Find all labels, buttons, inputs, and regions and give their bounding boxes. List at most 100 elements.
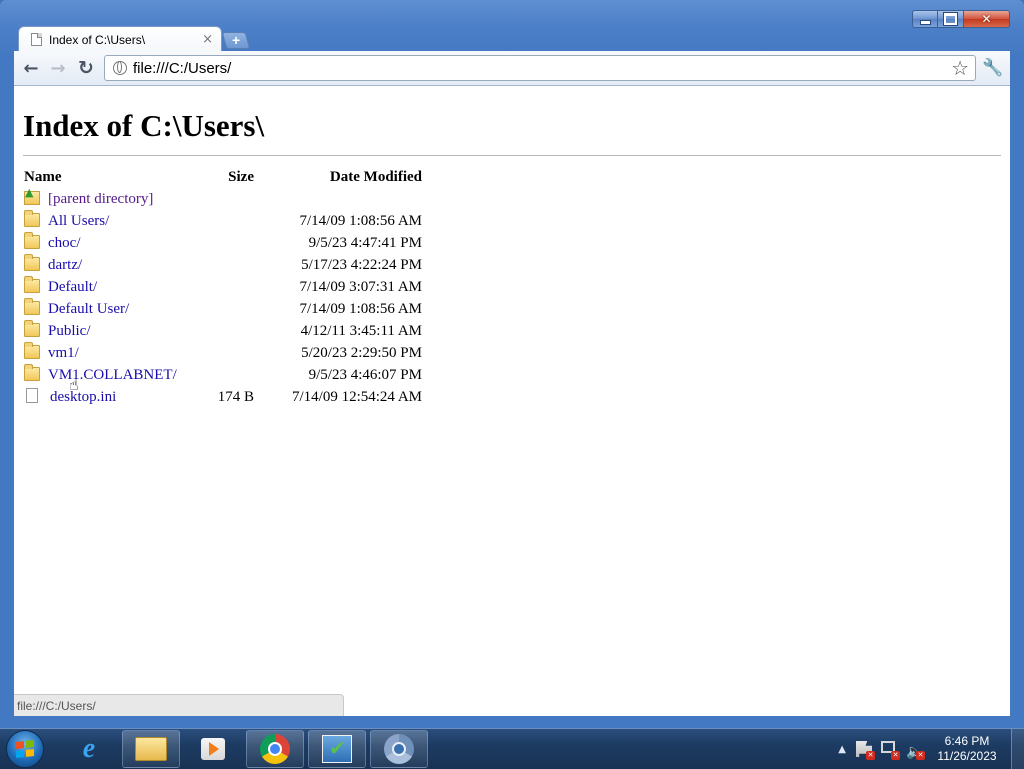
taskbar: e ▲ ✕ ✕ 🔈✕ 6:46 PM 11/26/2023 xyxy=(0,728,1024,769)
address-bar[interactable]: file:///C:/Users/ ☆ xyxy=(104,55,976,81)
column-header-date[interactable]: Date Modified xyxy=(256,166,424,188)
error-badge-icon: ✕ xyxy=(866,751,875,760)
entry-date: 5/20/23 2:29:50 PM xyxy=(301,344,422,361)
page-title: Index of C:\Users\ xyxy=(23,108,265,143)
back-button[interactable]: ← xyxy=(20,57,42,79)
folder-icon xyxy=(24,363,40,381)
minimize-icon xyxy=(919,19,931,25)
table-row: Public/ 4/12/11 3:45:11 AM xyxy=(22,319,424,342)
entry-link[interactable]: desktop.ini xyxy=(50,389,116,405)
parent-directory-link[interactable]: [parent directory] xyxy=(48,191,153,207)
table-row: desktop.ini 174 B 7/14/09 12:54:24 AM xyxy=(22,386,424,408)
entry-link[interactable]: Default/ xyxy=(48,279,97,295)
show-desktop-button[interactable] xyxy=(1011,729,1024,769)
browser-window: ✕ Index of C:\Users\ × + ← → ↻ file:///C… xyxy=(0,0,1024,728)
reload-icon: ↻ xyxy=(78,57,94,79)
toolbar: ← → ↻ file:///C:/Users/ ☆ 🔧 xyxy=(14,51,1010,86)
entry-size: 174 B xyxy=(217,388,254,405)
folder-icon xyxy=(24,231,40,249)
wrench-menu-button[interactable]: 🔧 xyxy=(982,57,1004,79)
taskbar-chrome[interactable] xyxy=(246,730,304,768)
page-content: Index of C:\Users\ Name Size Date Modifi… xyxy=(14,86,1010,716)
table-row: vm1/ 5/20/23 2:29:50 PM xyxy=(22,341,424,364)
forward-button[interactable]: → xyxy=(47,57,69,79)
start-button[interactable] xyxy=(6,730,44,768)
entry-link[interactable]: VM1.COLLABNET/ xyxy=(48,367,177,383)
column-header-size[interactable]: Size xyxy=(204,166,256,188)
network-icon[interactable]: ✕ xyxy=(881,741,900,760)
plus-icon: + xyxy=(231,32,241,48)
entry-link[interactable]: Public/ xyxy=(48,323,91,339)
table-row: Default User/ 7/14/09 1:08:56 AM xyxy=(22,297,424,320)
forward-arrow-icon: → xyxy=(50,57,66,79)
globe-icon xyxy=(113,61,127,75)
system-tray: ▲ ✕ ✕ 🔈 ✕ 6:46 PM 11/26/2023 xyxy=(838,729,1024,769)
windows-logo-icon xyxy=(16,740,34,758)
back-arrow-icon: ← xyxy=(23,57,39,79)
taskbar-media-player[interactable] xyxy=(184,730,242,768)
clock[interactable]: 6:46 PM 11/26/2023 xyxy=(931,734,1003,764)
up-folder-icon xyxy=(24,186,40,205)
entry-size xyxy=(204,320,256,342)
close-icon: ✕ xyxy=(981,12,992,26)
url-text[interactable]: file:///C:/Users/ xyxy=(133,60,951,77)
entry-date: 7/14/09 12:54:24 AM xyxy=(291,388,422,405)
entry-link[interactable]: Default User/ xyxy=(48,301,129,317)
taskbar-chromium[interactable] xyxy=(370,730,428,768)
entry-date: 5/17/23 4:22:24 PM xyxy=(301,256,422,273)
entry-size xyxy=(204,276,256,298)
table-row: Default/ 7/14/09 3:07:31 AM xyxy=(22,275,424,298)
entry-link[interactable]: All Users/ xyxy=(48,213,109,229)
entry-date: 7/14/09 1:08:56 AM xyxy=(299,300,422,317)
maximize-button[interactable] xyxy=(938,10,964,28)
table-row: All Users/ 7/14/09 1:08:56 AM xyxy=(22,209,424,232)
mute-badge-icon: ✕ xyxy=(916,751,925,760)
column-header-name[interactable]: Name xyxy=(22,166,204,188)
caption-buttons: ✕ xyxy=(912,10,1010,28)
taskbar-internet-explorer[interactable]: e xyxy=(60,730,118,768)
chrome-icon xyxy=(260,734,290,764)
action-center-flag-icon[interactable]: ✕ xyxy=(856,741,875,760)
tab-index-of-users[interactable]: Index of C:\Users\ × xyxy=(18,26,222,52)
tab-close-icon[interactable]: × xyxy=(202,32,213,47)
error-badge-icon: ✕ xyxy=(891,751,900,760)
chromium-icon xyxy=(384,734,414,764)
table-row-parent: [parent directory] xyxy=(22,186,424,210)
hand-cursor-icon: ☝ xyxy=(69,375,79,394)
entry-date: 7/14/09 1:08:56 AM xyxy=(299,212,422,229)
wrench-icon: 🔧 xyxy=(982,58,1004,78)
internet-explorer-icon: e xyxy=(82,733,96,764)
folder-icon xyxy=(24,209,40,227)
app-checkmark-icon xyxy=(322,735,352,763)
entry-link[interactable]: choc/ xyxy=(48,235,80,251)
close-window-button[interactable]: ✕ xyxy=(964,10,1010,28)
entry-size xyxy=(204,254,256,276)
folder-icon xyxy=(135,737,167,761)
media-player-icon xyxy=(201,738,225,760)
maximize-icon xyxy=(944,13,957,25)
entry-date: 9/5/23 4:47:41 PM xyxy=(308,234,422,251)
status-bubble: file:///C:/Users/ xyxy=(14,694,344,716)
clock-date: 11/26/2023 xyxy=(937,749,997,763)
minimize-button[interactable] xyxy=(912,10,938,28)
table-row: choc/ 9/5/23 4:47:41 PM xyxy=(22,231,424,254)
volume-icon[interactable]: 🔈 ✕ xyxy=(906,741,925,760)
page-icon xyxy=(31,33,42,46)
reload-button[interactable]: ↻ xyxy=(75,57,97,79)
entry-link[interactable]: dartz/ xyxy=(48,257,82,273)
show-hidden-icons-icon[interactable]: ▲ xyxy=(838,744,846,755)
entry-date: 7/14/09 3:07:31 AM xyxy=(299,278,422,295)
new-tab-button[interactable]: + xyxy=(221,32,251,49)
clock-time: 6:46 PM xyxy=(944,734,990,748)
bookmark-star-icon[interactable]: ☆ xyxy=(951,56,969,80)
file-icon xyxy=(26,388,38,403)
table-row: VM1.COLLABNET/ 9/5/23 4:46:07 PM xyxy=(22,363,424,386)
entry-link[interactable]: vm1/ xyxy=(48,345,79,361)
taskbar-windows-explorer[interactable] xyxy=(122,730,180,768)
header-divider xyxy=(23,155,1001,156)
table-row: dartz/ 5/17/23 4:22:24 PM xyxy=(22,253,424,276)
header-row: Name Size Date Modified xyxy=(22,166,424,188)
entry-date: 9/5/23 4:46:07 PM xyxy=(308,366,422,383)
taskbar-app[interactable] xyxy=(308,730,366,768)
folder-icon xyxy=(24,253,40,271)
